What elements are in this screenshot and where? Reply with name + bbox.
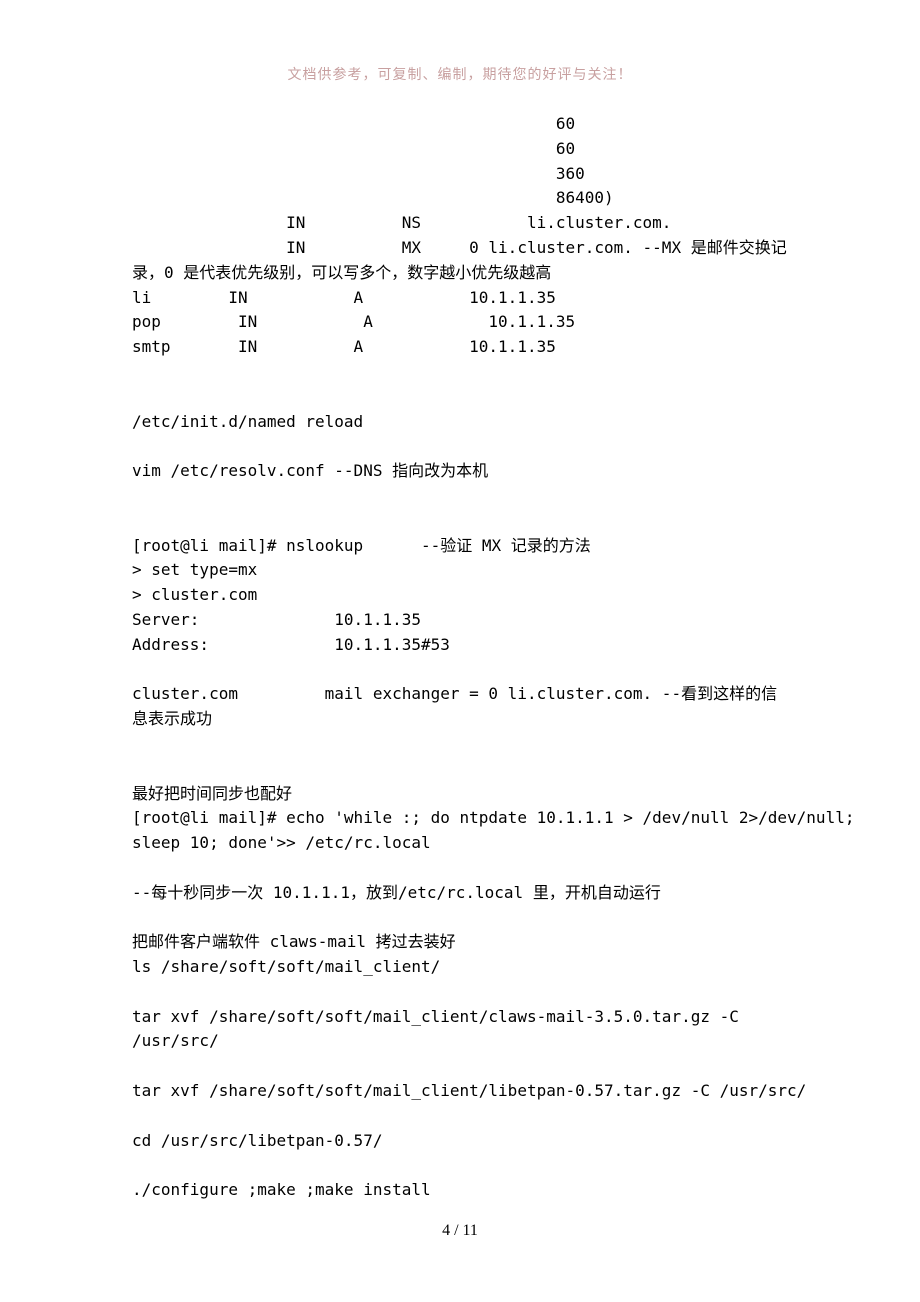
document-body: 60 60 360 86400) IN NS li.cluster <box>0 84 920 1203</box>
header-note: 文档供参考，可复制、编制，期待您的好评与关注！ <box>0 0 920 84</box>
page-number: 4 / 11 <box>0 1222 920 1240</box>
